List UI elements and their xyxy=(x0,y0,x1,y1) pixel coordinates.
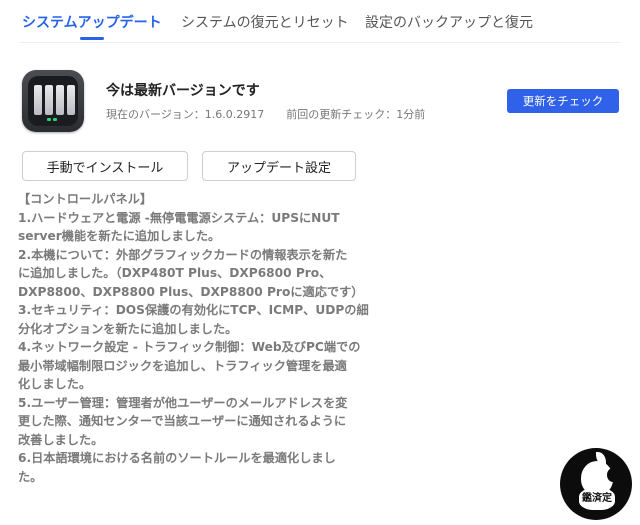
release-note-line: 【コントロールパネル】 xyxy=(18,192,153,206)
release-note-line: 3.セキュリティ：DOS保護の有効化にTCP、ICMP、UDPの細 xyxy=(18,303,369,317)
release-note-line: 改善しました。 xyxy=(18,432,104,447)
active-tab-indicator xyxy=(80,37,104,40)
release-note-line: 分化オプションを新たに追加しました。 xyxy=(18,321,238,336)
update-status-title: 今は最新バージョンです xyxy=(106,83,260,99)
release-note-line: 2.本機について：外部グラフィックカードの情報表示を新た xyxy=(18,247,348,262)
tab-system-restore-reset[interactable]: システムの復元とリセット xyxy=(181,12,349,32)
manual-install-button[interactable]: 手動でインストール xyxy=(22,151,188,181)
release-note-line: た。 xyxy=(18,469,43,484)
release-note-line: 化しました。 xyxy=(18,377,92,391)
tab-divider xyxy=(20,42,620,43)
release-note-line: 5.ユーザー管理：管理者が他ユーザーのメールアドレスを変 xyxy=(18,395,348,410)
release-note-line: DXP8800、DXP8800 Plus、DXP8800 Proに適応です） xyxy=(18,284,364,299)
release-note-line: 1.ハードウェアと電源 -無停電電源システム：UPSにNUT xyxy=(18,210,340,225)
update-settings-button[interactable]: アップデート設定 xyxy=(202,151,356,181)
release-note-line: に追加しました。（DXP480T Plus、DXP6800 Pro、 xyxy=(18,266,332,280)
tab-settings-backup-restore[interactable]: 設定のバックアップと復元 xyxy=(365,12,533,32)
last-check-time: 前回の更新チェック：1分前 xyxy=(286,108,426,121)
nas-device-icon xyxy=(22,70,84,132)
release-note-line: 6.日本語環境における名前のソートルールを最適化しまし xyxy=(18,451,336,465)
tab-bar: システムアップデート システムの復元とリセット 設定のバックアップと復元 xyxy=(0,0,640,44)
release-note-line: 最小帯域幅制限ロジックを追加し、トラフィック管理を最適 xyxy=(18,358,347,373)
tab-system-update[interactable]: システムアップデート xyxy=(22,12,162,32)
release-note-line: server機能を新たに追加しました。 xyxy=(18,229,221,243)
badge-seal: 鑑済定 xyxy=(579,488,615,510)
release-note-line: 更した際、通知センターで当該ユーザーに通知されるように xyxy=(18,414,347,428)
version-info: 現在のバージョン：1.6.0.2917 前回の更新チェック：1分前 xyxy=(106,106,425,122)
release-notes: 【コントロールパネル】 1.ハードウェアと電源 -無停電電源システム：UPSにN… xyxy=(18,190,374,486)
apple-logo-icon: 鑑済定 xyxy=(560,448,632,520)
current-version: 現在のバージョン：1.6.0.2917 xyxy=(106,108,265,121)
check-update-button[interactable]: 更新をチェック xyxy=(507,89,619,113)
release-note-line: 4.ネットワーク設定 - トラフィック制御：Web及びPC端での xyxy=(18,340,361,354)
